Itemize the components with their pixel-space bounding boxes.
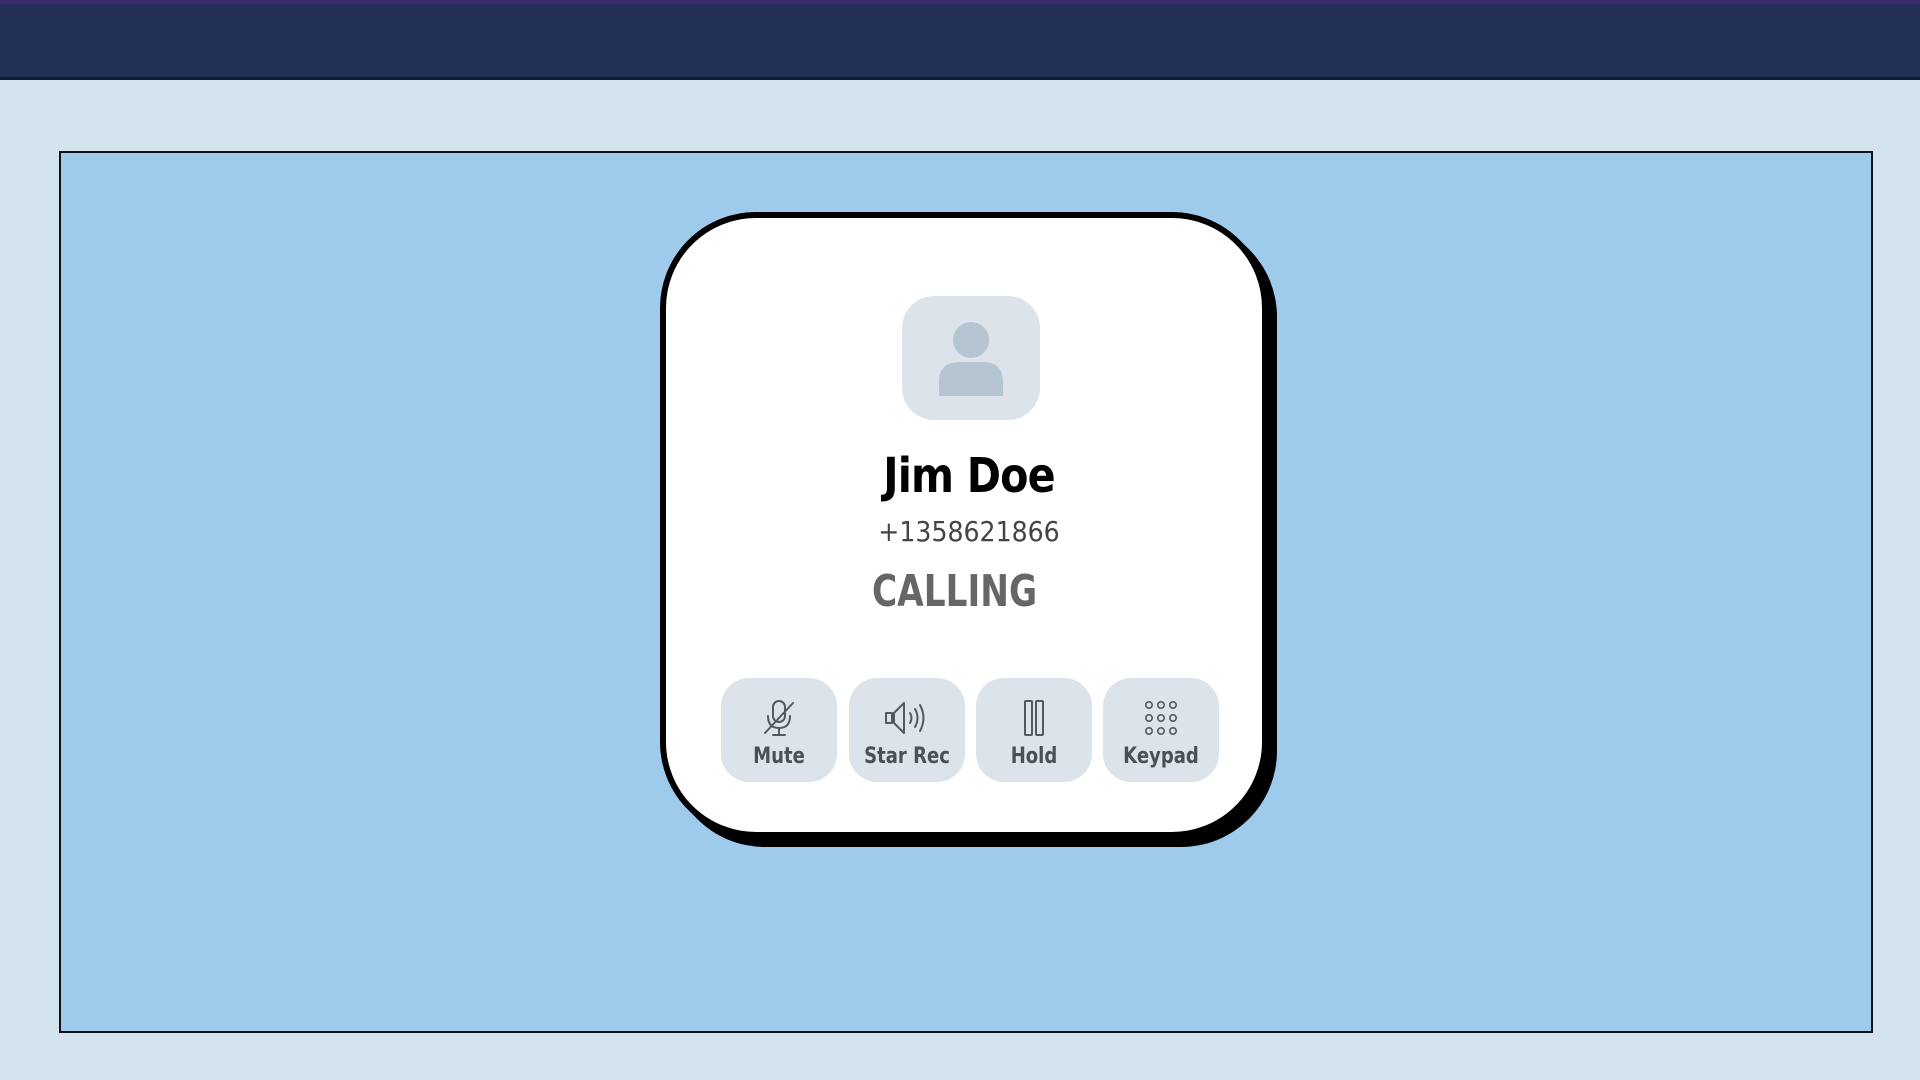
user-icon <box>939 322 1003 396</box>
mute-button[interactable]: Mute <box>721 678 837 782</box>
keypad-button[interactable]: Keypad <box>1103 678 1219 782</box>
speaker-icon <box>885 702 925 734</box>
keypad-button-label: Keypad <box>1123 744 1199 769</box>
star-rec-button[interactable]: Star Rec <box>849 678 965 782</box>
star-rec-button-label: Star Rec <box>864 744 950 769</box>
caller-number: +1358621866 <box>878 515 1060 548</box>
keypad-icon <box>1145 700 1177 735</box>
caller-name: Jim Doe <box>883 448 1055 504</box>
mute-button-label: Mute <box>753 744 805 769</box>
microphone-muted-icon <box>764 700 794 736</box>
caller-avatar <box>902 296 1040 420</box>
hold-button-label: Hold <box>1010 744 1058 769</box>
pause-icon <box>1024 700 1044 736</box>
top-bar <box>0 0 1920 80</box>
call-status: CALLING <box>872 566 1038 617</box>
hold-button[interactable]: Hold <box>976 678 1092 782</box>
